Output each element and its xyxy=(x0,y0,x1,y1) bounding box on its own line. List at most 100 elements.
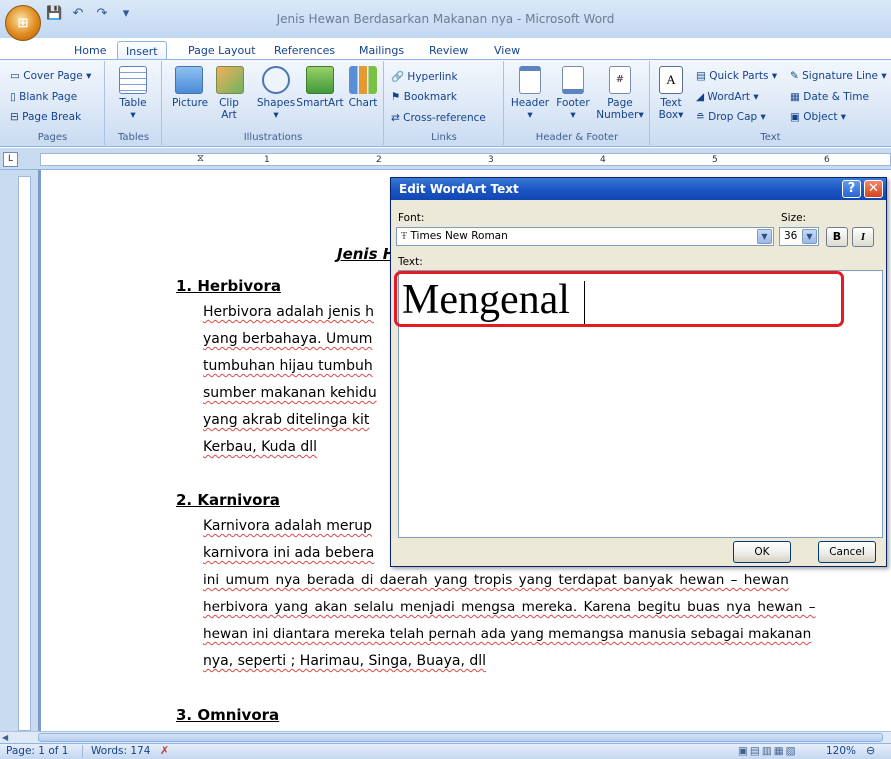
cover-page-button[interactable]: ▭ Cover Page ▾ xyxy=(10,70,91,82)
chart-icon xyxy=(349,66,377,94)
scroll-thumb[interactable] xyxy=(38,733,883,742)
ruler-strip[interactable] xyxy=(40,153,891,166)
blank-page-button[interactable]: ▯ Blank Page xyxy=(10,91,77,103)
table-icon xyxy=(119,66,147,94)
italic-button[interactable]: I xyxy=(852,227,874,247)
font-select[interactable]: Ŧ Times New Roman ▼ xyxy=(396,227,774,246)
shapes-icon xyxy=(262,66,290,94)
scroll-left-icon[interactable]: ◀ xyxy=(2,732,14,743)
document-line: herbivora yang akan selalu menjadi mengs… xyxy=(203,599,816,615)
document-line: Herbivora adalah jenis h xyxy=(203,304,375,320)
size-select[interactable]: 36 ▼ xyxy=(779,227,819,246)
ruler-number: 5 xyxy=(712,155,718,165)
chart-button[interactable]: Chart xyxy=(346,66,380,109)
help-icon[interactable]: ? xyxy=(842,180,861,198)
header-button[interactable]: Header ▾ xyxy=(510,66,550,121)
tab-insert[interactable]: Insert xyxy=(117,41,167,60)
ruler-number: 3 xyxy=(488,155,494,165)
document-line: karnivora ini ada bebera xyxy=(203,545,375,561)
illustrations-group-label: Illustrations xyxy=(243,132,303,143)
dialog-title: Edit WordArt Text xyxy=(391,178,886,200)
document-line: Kerbau, Kuda dll xyxy=(203,439,318,455)
text-box-icon: A xyxy=(659,66,683,94)
word-count[interactable]: Words: 174 xyxy=(82,745,150,757)
text-group-label: Text xyxy=(760,132,781,143)
wordart-button[interactable]: ◢ WordArt ▾ xyxy=(696,91,759,103)
section-heading: 1. Herbivora xyxy=(176,277,281,295)
font-dropdown-icon[interactable]: ▼ xyxy=(757,229,772,244)
section-heading: 3. Omnivora xyxy=(176,706,280,724)
clip-art-icon xyxy=(216,66,244,94)
clip-art-button[interactable]: Clip Art xyxy=(216,66,244,121)
picture-icon xyxy=(175,66,203,94)
tab-selector[interactable]: L xyxy=(3,152,18,167)
size-value: 36 xyxy=(784,230,798,242)
document-line: yang berbahaya. Umum xyxy=(203,331,373,347)
zoom-level[interactable]: 120% xyxy=(826,745,856,757)
bold-button[interactable]: B xyxy=(826,227,848,247)
ruler-number: 1 xyxy=(264,155,270,165)
cross-reference-button[interactable]: ⇄ Cross-reference xyxy=(391,112,486,124)
links-group-label: Links xyxy=(431,132,457,143)
tab-mailings[interactable]: Mailings xyxy=(351,41,412,60)
ruler-number: 2 xyxy=(376,155,382,165)
smartart-button[interactable]: SmartArt xyxy=(296,66,344,109)
text-box-button[interactable]: A Text Box▾ xyxy=(655,66,687,121)
indent-marker-icon[interactable]: ⧖ xyxy=(197,153,204,164)
page-number-icon: # xyxy=(609,66,631,94)
document-line: sumber makanan kehidu xyxy=(203,385,377,401)
hyperlink-button[interactable]: 🔗 Hyperlink xyxy=(391,70,458,83)
picture-button[interactable]: Picture xyxy=(172,66,208,109)
tab-references[interactable]: References xyxy=(266,41,343,60)
ok-button[interactable]: OK xyxy=(733,541,791,563)
document-line: yang akrab ditelinga kit xyxy=(203,412,370,428)
table-button[interactable]: Table ▾ xyxy=(113,66,153,121)
text-label: Text: xyxy=(398,256,423,268)
shapes-button[interactable]: Shapes ▾ xyxy=(256,66,296,121)
ruler-number: 6 xyxy=(824,155,830,165)
header-footer-group-label: Header & Footer xyxy=(535,132,619,143)
undo-icon[interactable]: ↶ xyxy=(70,6,86,22)
save-icon[interactable]: 💾 xyxy=(46,6,62,22)
tab-view[interactable]: View xyxy=(486,41,528,60)
highlight-box xyxy=(394,271,844,327)
ruler-number: 4 xyxy=(600,155,606,165)
office-button[interactable]: ⊞ xyxy=(5,5,41,41)
document-line: ini umum nya berada di daerah yang tropi… xyxy=(203,572,789,588)
signature-line-button[interactable]: ✎ Signature Line ▾ xyxy=(790,70,887,82)
drop-cap-button[interactable]: ≘ Drop Cap ▾ xyxy=(696,111,766,123)
tab-home[interactable]: Home xyxy=(66,41,114,60)
document-line: tumbuhan hijau tumbuh xyxy=(203,358,373,374)
document-line: nya, seperti ; Harimau, Singa, Buaya, dl… xyxy=(203,653,487,669)
size-label: Size: xyxy=(781,212,807,224)
page-break-button[interactable]: ⊟ Page Break xyxy=(10,111,81,123)
page-count[interactable]: Page: 1 of 1 xyxy=(6,745,68,757)
zoom-out-icon[interactable]: ⊖ xyxy=(866,744,875,757)
close-icon[interactable]: ✕ xyxy=(864,180,883,198)
view-buttons-icon[interactable]: ▣▤▥▦▧ xyxy=(738,745,798,757)
size-dropdown-icon[interactable]: ▼ xyxy=(802,229,817,244)
horizontal-scrollbar[interactable]: ◀ xyxy=(0,731,891,743)
proofing-icon[interactable]: ✗ xyxy=(160,744,169,757)
tables-group-label: Tables xyxy=(117,132,150,143)
quick-parts-button[interactable]: ▤ Quick Parts ▾ xyxy=(696,70,777,82)
date-time-button[interactable]: ▦ Date & Time xyxy=(790,91,869,103)
header-icon xyxy=(519,66,541,94)
tab-review[interactable]: Review xyxy=(421,41,476,60)
section-heading: 2. Karnivora xyxy=(176,491,280,509)
smartart-icon xyxy=(306,66,334,94)
document-line: hewan ini diantara mereka telah pernah a… xyxy=(203,626,812,642)
bookmark-button[interactable]: ⚑ Bookmark xyxy=(391,91,457,103)
page-number-button[interactable]: # Page Number▾ xyxy=(596,66,644,121)
tab-page-layout[interactable]: Page Layout xyxy=(180,41,264,60)
footer-button[interactable]: Footer ▾ xyxy=(553,66,593,121)
object-button[interactable]: ▣ Object ▾ xyxy=(790,111,846,123)
footer-icon xyxy=(562,66,584,94)
truetype-icon: Ŧ xyxy=(401,231,408,242)
document-title: Jenis H xyxy=(337,245,396,263)
cancel-button[interactable]: Cancel xyxy=(818,541,876,563)
redo-icon[interactable]: ↷ xyxy=(94,6,110,22)
customize-qat-icon[interactable]: ▾ xyxy=(118,6,134,22)
font-value: Times New Roman xyxy=(410,230,508,242)
vertical-ruler-strip[interactable] xyxy=(18,176,31,731)
